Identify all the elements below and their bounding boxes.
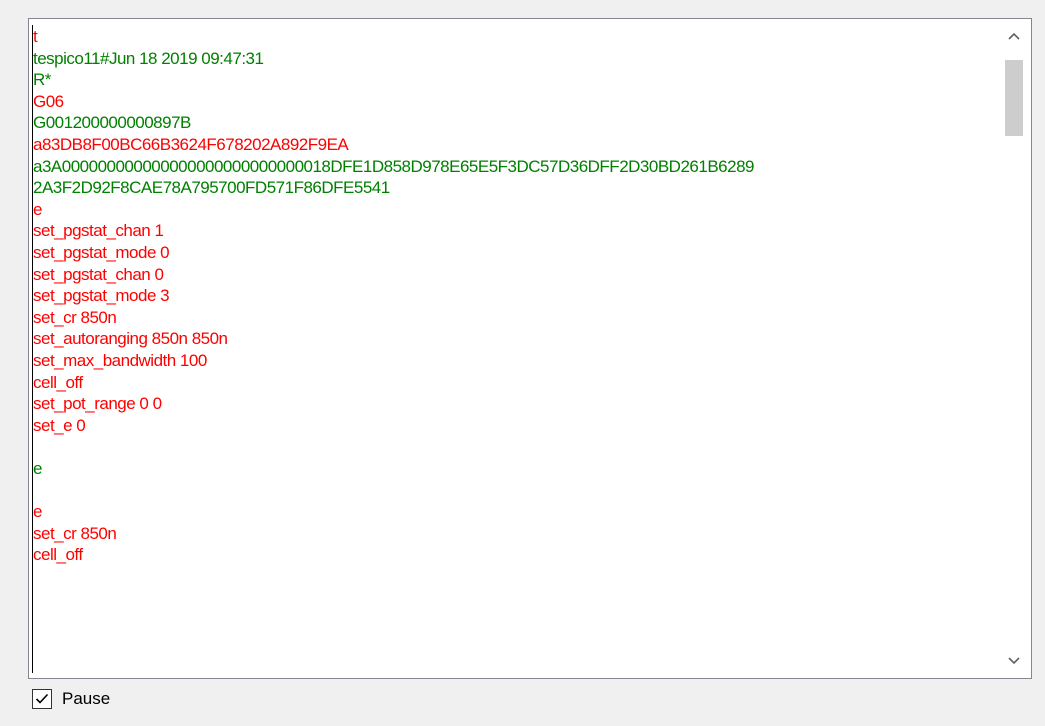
log-text-area[interactable]: t tespico11#Jun 18 2019 09:47:31 R* G06 G001… — [29, 19, 997, 678]
log-line: set_pgstat_chan 1 — [33, 221, 164, 241]
scroll-up-button[interactable] — [997, 19, 1031, 53]
log-line: set_pgstat_chan 0 — [33, 264, 164, 284]
pause-checkbox[interactable] — [32, 689, 52, 709]
log-line: 2A3F2D92F8CAE78A795700FD571F86DFE5541 — [33, 178, 390, 198]
log-line: cell_off — [33, 372, 83, 392]
log-line: e — [33, 502, 42, 522]
log-line: set_pgstat_mode 0 — [33, 242, 170, 262]
log-line: set_max_bandwidth 100 — [33, 350, 207, 370]
scroll-thumb[interactable] — [1005, 60, 1023, 136]
log-line: tespico11#Jun 18 2019 09:47:31 — [33, 48, 264, 68]
scroll-down-button[interactable] — [997, 644, 1031, 678]
chevron-down-icon — [1008, 657, 1020, 665]
log-line: t — [33, 27, 38, 46]
log-line: set_cr 850n — [33, 523, 117, 543]
log-line: G001200000000897B — [33, 113, 191, 133]
log-line: set_pgstat_mode 3 — [33, 286, 170, 306]
log-panel[interactable]: t tespico11#Jun 18 2019 09:47:31 R* G06 G001… — [28, 18, 1032, 679]
log-line: set_e 0 — [33, 415, 86, 435]
pause-checkbox-row[interactable]: Pause — [32, 689, 110, 709]
log-line: R* — [33, 70, 51, 90]
checkmark-icon — [35, 693, 49, 704]
vertical-scrollbar[interactable] — [997, 19, 1031, 678]
pause-label: Pause — [62, 689, 111, 708]
log-line: set_cr 850n — [33, 307, 117, 327]
log-line: set_pot_range 0 0 — [33, 394, 162, 414]
log-line: cell_off — [33, 545, 83, 565]
log-line: e — [33, 458, 42, 478]
log-line: a83DB8F00BC66B3624F678202A892F9EA — [33, 134, 349, 154]
log-line: set_autoranging 850n 850n — [33, 329, 228, 349]
log-line: e — [33, 199, 42, 219]
log-line: a3A000000000000000000000000000018DFE1D85… — [33, 156, 754, 176]
log-line: G06 — [33, 91, 64, 111]
text-caret — [32, 25, 33, 673]
chevron-up-icon — [1008, 32, 1020, 40]
